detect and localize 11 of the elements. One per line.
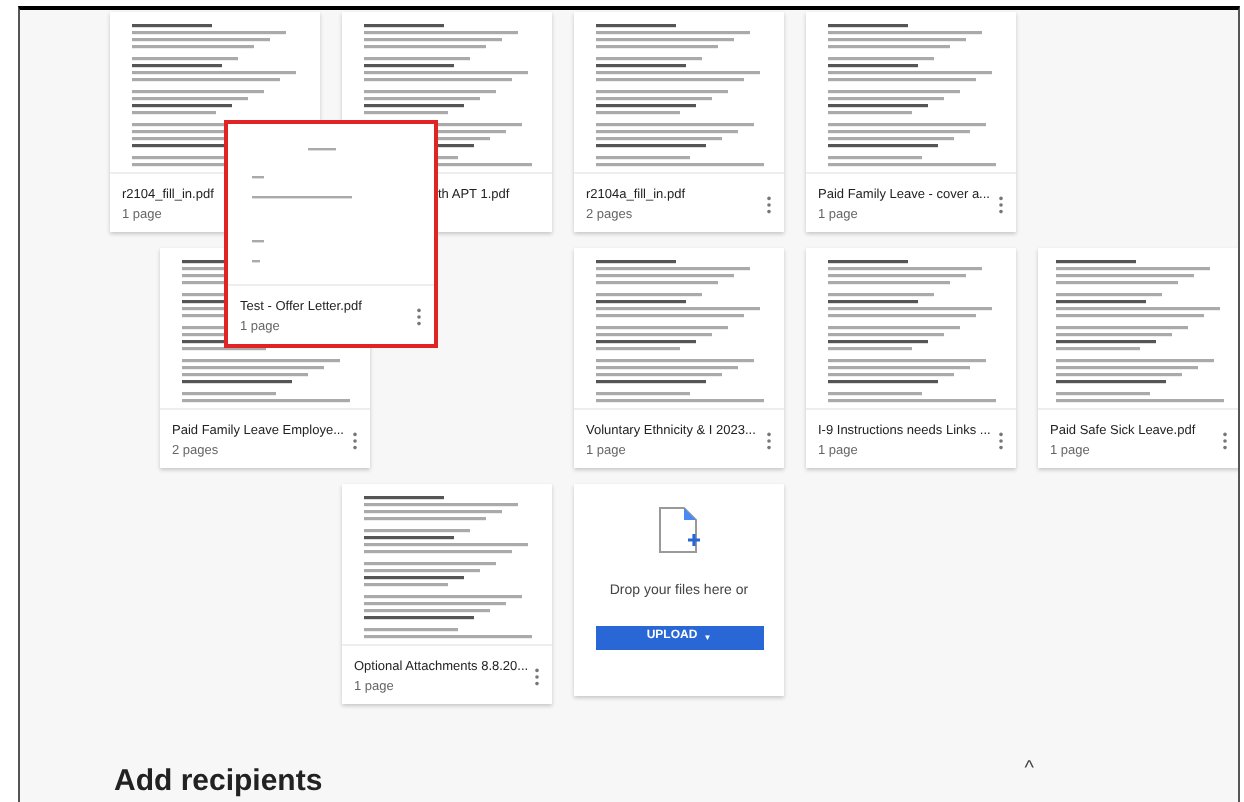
more-options-icon[interactable] — [416, 308, 422, 326]
more-options-icon[interactable] — [534, 668, 540, 686]
section-heading: Add recipients — [114, 762, 323, 802]
more-options-icon[interactable] — [766, 432, 772, 450]
more-options-icon[interactable] — [998, 432, 1004, 450]
more-options-icon[interactable] — [766, 196, 772, 214]
collapse-toggle[interactable]: ^ — [1024, 760, 1034, 780]
add-file-icon — [657, 506, 701, 554]
more-options-icon[interactable] — [1222, 432, 1228, 450]
more-options-icon[interactable] — [352, 432, 358, 450]
more-options-icon[interactable] — [998, 196, 1004, 214]
